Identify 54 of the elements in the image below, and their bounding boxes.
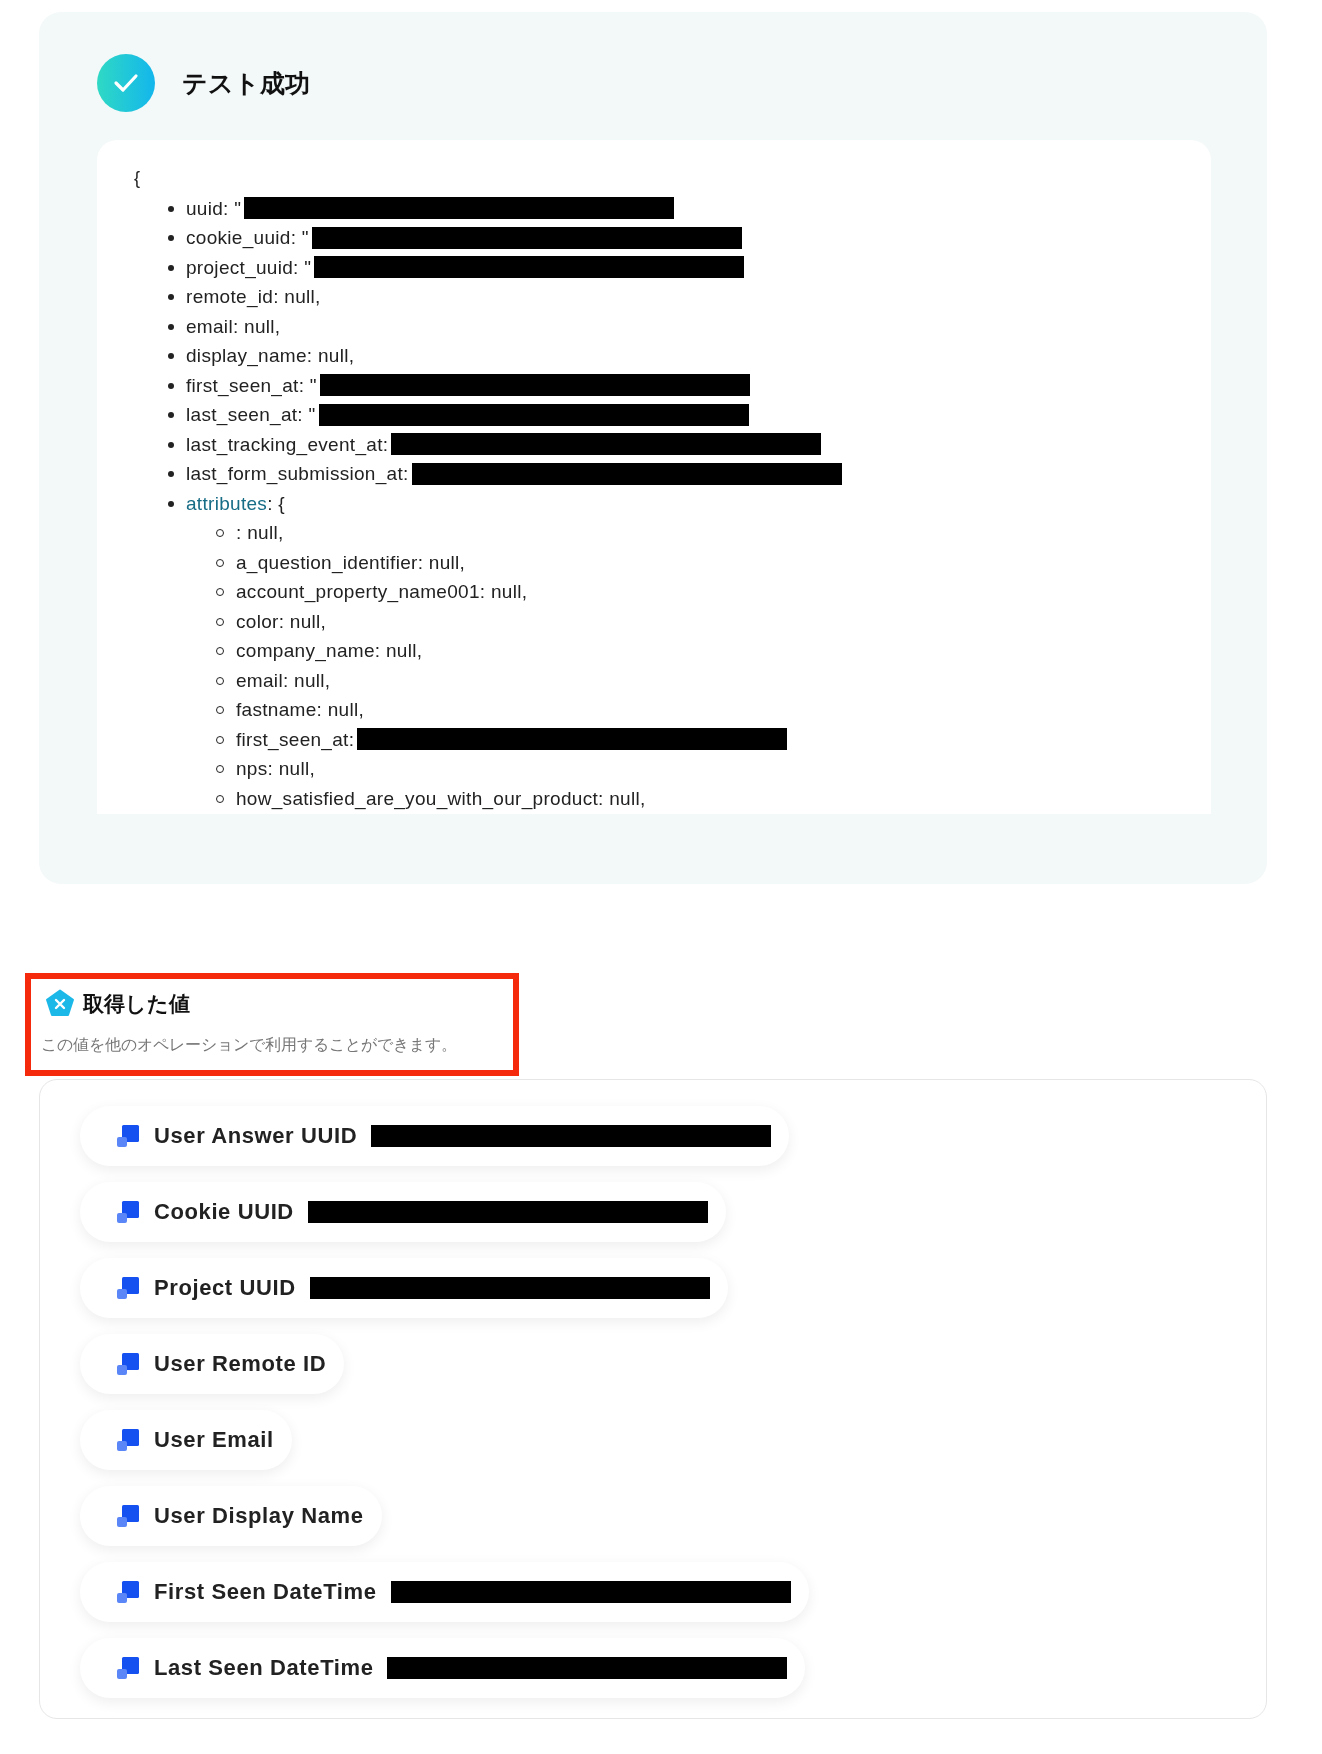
bullet-icon (168, 205, 174, 212)
value-chip[interactable]: User Remote ID (80, 1334, 345, 1394)
bullet-icon (168, 264, 174, 271)
squares-icon (116, 1656, 140, 1680)
json-line: company_name: null, (236, 639, 423, 664)
section-description: この値を他のオペレーションで利用することができます。 (41, 1035, 458, 1055)
json-line: email: null, (186, 314, 281, 339)
value-chip[interactable]: User Display Name (80, 1486, 382, 1546)
json-line: account_property_name001: null, (236, 580, 528, 605)
bullet-icon (168, 323, 174, 330)
bullet-icon (168, 412, 174, 418)
squares-icon (116, 1276, 140, 1300)
json-line: first_seen_at: " (186, 373, 317, 399)
json-line: remote_id: null, (186, 285, 321, 310)
bullet-icon (168, 471, 174, 477)
json-line: project_uuid: " (186, 255, 312, 281)
value-chip[interactable]: Cookie UUID (80, 1182, 726, 1242)
bullet-icon (168, 294, 174, 300)
value-chip[interactable]: User Answer UUID (80, 1106, 790, 1166)
bullet-icon (168, 500, 174, 507)
value-chip[interactable]: Project UUID (80, 1258, 728, 1318)
check-icon (97, 54, 155, 112)
json-line: fastname: null, (236, 698, 365, 722)
bullet-icon (168, 235, 174, 241)
squares-icon (116, 1428, 140, 1452)
json-line: color: null, (236, 609, 327, 634)
squares-icon (116, 1504, 140, 1528)
bullet-icon (168, 353, 174, 359)
json-line: email: null, (236, 668, 331, 693)
variable-icon (45, 989, 75, 1019)
json-line: how_satisfied_are_you_with_our_product: null, (236, 786, 646, 812)
json-line: nps: null, (236, 757, 316, 781)
value-chip[interactable]: First Seen DateTime (80, 1562, 809, 1622)
section-title: 取得した値 (83, 991, 190, 1017)
value-chip[interactable]: Last Seen DateTime (80, 1638, 806, 1698)
json-line: cookie_uuid: " (186, 226, 309, 251)
squares-icon (116, 1580, 140, 1604)
squares-icon (116, 1352, 140, 1376)
value-chip[interactable]: User Email (80, 1410, 292, 1470)
json-brace: { (134, 167, 141, 190)
bullet-icon (168, 382, 174, 389)
bullet-icon (168, 441, 174, 448)
json-line: a_question_identifier: null, (236, 550, 466, 576)
json-line: display_name: null, (186, 344, 355, 369)
squares-icon (116, 1124, 140, 1148)
result-title: テスト成功 (182, 67, 310, 99)
json-line: attributes: { (186, 491, 285, 516)
squares-icon (116, 1200, 140, 1224)
json-line: last_seen_at: " (186, 403, 316, 428)
json-line: first_seen_at: (236, 727, 355, 753)
json-line: : null, (236, 521, 284, 545)
json-line: last_form_submission_at: (186, 462, 409, 487)
json-line: uuid: " (186, 196, 242, 221)
json-line: last_tracking_event_at: (186, 432, 389, 458)
